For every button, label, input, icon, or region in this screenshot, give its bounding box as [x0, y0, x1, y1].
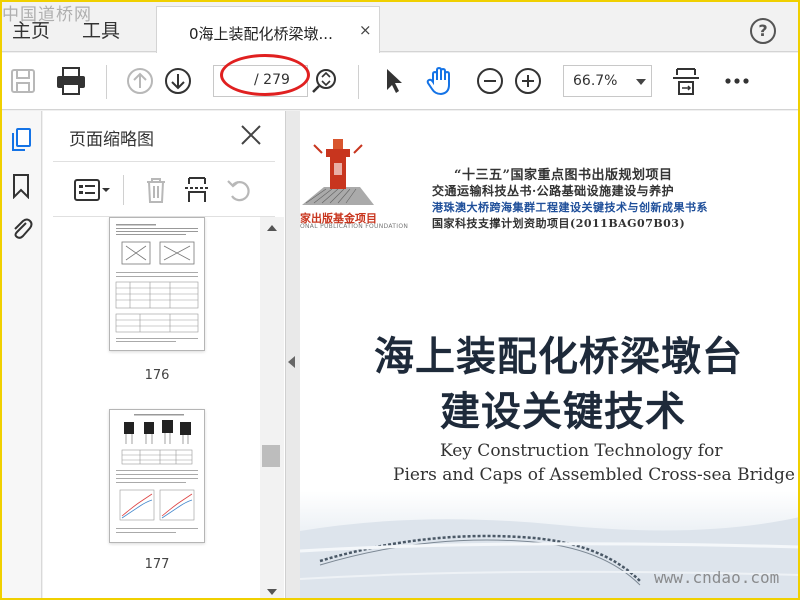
zoom-in-icon[interactable]	[512, 65, 544, 97]
rotate-icon[interactable]	[225, 175, 253, 205]
thumbnail-scrollbar[interactable]	[260, 217, 284, 600]
toolbar-separator	[358, 65, 359, 99]
scroll-down-arrow[interactable]	[267, 589, 277, 595]
book-title-line-1: 海上装配化桥梁墩台	[374, 333, 743, 380]
panel-collapse-handle[interactable]	[286, 111, 300, 600]
book-subtitle-line-1: Key Construction Technology for	[440, 441, 723, 461]
side-rail	[0, 111, 42, 600]
tab-label: 0海上装配化桥梁墩...	[189, 25, 333, 43]
select-tool-icon[interactable]	[380, 65, 406, 97]
document-tab[interactable]: 0海上装配化桥梁墩... ×	[156, 6, 380, 53]
menu-tools[interactable]: 工具	[82, 16, 120, 43]
project-line-3: 港珠澳大桥跨海集群工程建设关键技术与创新成果书系	[432, 201, 708, 214]
page-preview	[115, 224, 199, 342]
zoom-marquee-icon[interactable]	[310, 65, 340, 97]
menu-bar: 中国道桥网 主页 工具 0海上装配化桥梁墩... × ?	[0, 0, 800, 53]
close-icon[interactable]	[239, 123, 263, 147]
attachment-icon[interactable]	[9, 215, 33, 241]
page-preview	[116, 414, 198, 533]
insert-page-icon[interactable]	[183, 175, 211, 205]
chevron-down-icon	[636, 79, 646, 85]
fit-page-icon[interactable]	[670, 65, 702, 97]
bookmark-icon[interactable]	[9, 173, 33, 199]
divider	[53, 161, 275, 162]
project-line-1: “十三五”国家重点图书出版规划项目	[454, 168, 673, 183]
menu-home[interactable]: 主页	[12, 16, 50, 43]
book-title-line-2: 建设关键技术	[440, 388, 686, 435]
scroll-thumb[interactable]	[262, 445, 280, 467]
document-view[interactable]: 家出版基金项目 ONAL PUBLICATION FOUNDATION “十三五…	[300, 111, 800, 600]
help-button[interactable]: ?	[750, 18, 776, 44]
page-total: / 279	[254, 72, 290, 88]
page-number-input[interactable]	[218, 70, 248, 92]
tab-close-button[interactable]: ×	[359, 21, 372, 39]
book-subtitle-line-2: Piers and Caps of Assembled Cross-sea Br…	[393, 465, 795, 485]
page-number-box: / 279	[213, 65, 308, 97]
prev-page-icon[interactable]	[124, 65, 156, 97]
zoom-value: 66.7%	[573, 73, 618, 89]
toolbar-separator	[106, 65, 107, 99]
delete-icon[interactable]	[143, 175, 169, 205]
save-icon[interactable]	[8, 65, 38, 97]
thumbnail-page-number: 177	[144, 557, 170, 572]
print-icon[interactable]	[54, 65, 88, 97]
hand-tool-icon[interactable]	[424, 65, 458, 97]
more-icon[interactable]	[722, 65, 752, 97]
zoom-select[interactable]: 66.7%	[563, 65, 652, 97]
page-thumbnail-177[interactable]	[109, 409, 205, 543]
fund-label-english: ONAL PUBLICATION FOUNDATION	[300, 223, 409, 230]
thumbnail-page-number: 176	[144, 368, 170, 383]
next-page-icon[interactable]	[162, 65, 194, 97]
publisher-logo-icon	[302, 139, 374, 205]
toolbar-separator	[123, 175, 124, 205]
thumbnail-list: 176 177	[43, 217, 263, 600]
chevron-left-icon	[288, 356, 295, 368]
page-thumbnails-icon[interactable]	[9, 127, 33, 153]
toolbar: / 279 66.7%	[0, 53, 800, 110]
project-line-4: 国家科技支撑计划资助项目(2011BAG07B03)	[432, 217, 686, 230]
thumbnails-panel: 页面缩略图 176 177	[43, 111, 286, 600]
options-icon[interactable]	[73, 177, 111, 203]
zoom-out-icon[interactable]	[474, 65, 506, 97]
project-line-2: 交通运输科技丛书·公路基础设施建设与养护	[432, 184, 675, 198]
page-thumbnail-176[interactable]	[109, 217, 205, 351]
panel-title: 页面缩略图	[69, 130, 154, 150]
panel-toolbar	[43, 167, 286, 215]
scroll-up-arrow[interactable]	[267, 225, 277, 231]
watermark-bottom: www.cndao.com	[654, 568, 780, 587]
